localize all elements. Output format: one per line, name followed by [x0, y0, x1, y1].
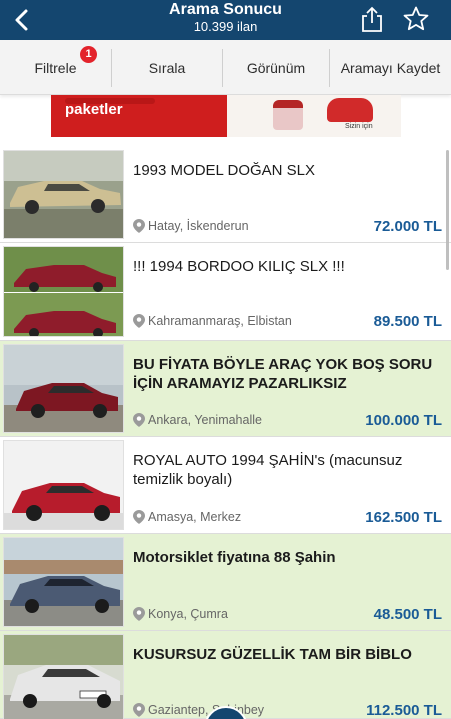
- listing-thumbnail: [3, 344, 124, 433]
- listing-price: 162.500 TL: [365, 509, 442, 526]
- gift-illustration: [327, 98, 373, 122]
- banner-image-panel: Sizin için: [227, 95, 401, 137]
- location-pin-icon: [133, 413, 145, 427]
- sort-button[interactable]: Sırala: [112, 40, 222, 95]
- location-pin-icon: [133, 314, 145, 328]
- banner-red-panel: paketler: [51, 95, 227, 137]
- listing-thumbnail: [3, 440, 124, 530]
- listing-thumbnail: [3, 150, 124, 239]
- save-search-button[interactable]: Aramayı Kaydet: [330, 40, 451, 95]
- listing-location-text: Konya, Çumra: [148, 607, 228, 621]
- car-photo: [4, 635, 123, 719]
- car-photo: [4, 345, 123, 432]
- banner-small-text: Sizin için: [345, 123, 373, 130]
- listing-location: Kahramanmaraş, Elbistan: [133, 314, 292, 328]
- advertisement-banner[interactable]: paketler Sizin için: [51, 95, 401, 137]
- listing-location: Konya, Çumra: [133, 607, 228, 621]
- listing-thumbnail: [3, 537, 124, 627]
- banner-text: paketler: [65, 101, 123, 118]
- listing-price: 48.500 TL: [373, 606, 442, 623]
- car-photo: [4, 538, 123, 626]
- view-mode-button[interactable]: Görünüm: [223, 40, 329, 95]
- location-pin-icon: [133, 703, 145, 717]
- listing-location: Gaziantep, Şahinbey: [133, 703, 264, 717]
- listing-title: ROYAL AUTO 1994 ŞAHİN's (macunsuz temizl…: [133, 452, 403, 488]
- listing-price: 89.500 TL: [373, 313, 442, 330]
- location-pin-icon: [133, 607, 145, 621]
- listing-location-text: Hatay, İskenderun: [148, 219, 249, 233]
- top-navigation-bar: Arama Sonucu 10.399 ilan: [0, 0, 451, 40]
- listing-title: 1993 MODEL DOĞAN SLX: [133, 162, 316, 179]
- car-photo: [4, 441, 123, 529]
- listing-price: 100.000 TL: [365, 412, 442, 429]
- save-search-label: Aramayı Kaydet: [340, 59, 441, 76]
- listing-thumbnail: [3, 634, 124, 719]
- listing-title: KUSURSUZ GÜZELLİK TAM BİR BİBLO: [133, 646, 412, 663]
- listing-price: 112.500 TL: [366, 702, 442, 719]
- listing-location: Amasya, Merkez: [133, 510, 241, 524]
- listing-title: Motorsiklet fiyatına 88 Şahin: [133, 549, 336, 566]
- listing-location: Ankara, Yenimahalle: [133, 413, 262, 427]
- share-icon: [362, 6, 382, 32]
- listing-location: Hatay, İskenderun: [133, 219, 249, 233]
- cake-illustration: [273, 100, 303, 130]
- listing-item[interactable]: 1993 MODEL DOĞAN SLX Hatay, İskenderun 7…: [0, 147, 451, 243]
- filter-count-badge: 1: [80, 46, 97, 63]
- favorite-search-button[interactable]: [400, 3, 432, 35]
- share-button[interactable]: [358, 4, 386, 34]
- location-pin-icon: [133, 219, 145, 233]
- car-photo: [4, 247, 123, 336]
- listing-item[interactable]: !!! 1994 BORDOO KILIÇ SLX !!! Kahramanma…: [0, 243, 451, 341]
- sort-label: Sırala: [148, 59, 186, 76]
- location-pin-icon: [133, 510, 145, 524]
- listing-location-text: Ankara, Yenimahalle: [148, 413, 262, 427]
- filter-toolbar: Filtrele 1 Sırala Görünüm Aramayı Kaydet: [0, 40, 451, 95]
- listing-location-text: Kahramanmaraş, Elbistan: [148, 314, 292, 328]
- star-outline-icon: [403, 6, 429, 31]
- listing-location-text: Gaziantep, Şahinbey: [148, 703, 265, 717]
- listing-price: 72.000 TL: [373, 218, 442, 235]
- listing-item[interactable]: Motorsiklet fiyatına 88 Şahin Konya, Çum…: [0, 534, 451, 631]
- listing-title: !!! 1994 BORDOO KILIÇ SLX !!!: [133, 258, 345, 275]
- view-mode-label: Görünüm: [246, 59, 306, 76]
- car-photo: [4, 151, 123, 238]
- listing-title: BU FİYATA BÖYLE ARAÇ YOK BOŞ SORU İÇİN A…: [133, 356, 433, 392]
- listing-item[interactable]: BU FİYATA BÖYLE ARAÇ YOK BOŞ SORU İÇİN A…: [0, 341, 451, 437]
- listing-location-text: Amasya, Merkez: [148, 510, 242, 524]
- filter-label: Filtrele: [34, 59, 77, 76]
- scrollbar[interactable]: [446, 150, 449, 270]
- listing-item[interactable]: ROYAL AUTO 1994 ŞAHİN's (macunsuz temizl…: [0, 437, 451, 534]
- listing-thumbnail: [3, 246, 124, 337]
